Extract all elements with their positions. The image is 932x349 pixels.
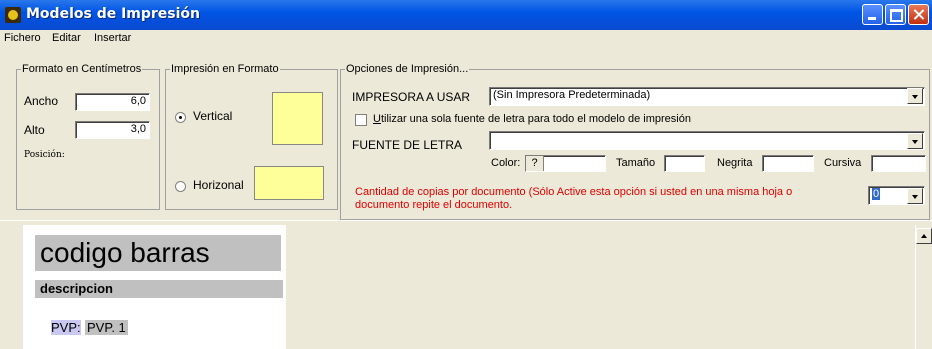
- ancho-input[interactable]: 6,0: [75, 93, 150, 111]
- app-icon: [5, 7, 21, 23]
- vertical-radio[interactable]: [175, 112, 186, 123]
- maximize-button[interactable]: [885, 4, 906, 25]
- ancho-label: Ancho: [24, 94, 59, 108]
- horizontal-label: Horizonal: [193, 178, 244, 192]
- impresora-dropdown-button[interactable]: [907, 88, 923, 104]
- fuente-select[interactable]: [489, 131, 925, 150]
- negrita-field[interactable]: [762, 155, 814, 172]
- fuente-dropdown-button[interactable]: [907, 133, 923, 149]
- color-label: Color:: [491, 157, 521, 169]
- window-title: Modelos de Impresión: [26, 6, 201, 22]
- opciones-legend: Opciones de Impresión...: [346, 63, 469, 75]
- alto-label: Alto: [24, 123, 45, 137]
- copias-value: 0: [872, 188, 881, 200]
- formato-cm-legend: Formato en Centímetros: [22, 63, 142, 75]
- descripcion-field[interactable]: descripcion: [35, 280, 283, 298]
- cursiva-field[interactable]: [871, 155, 926, 172]
- menu-editar[interactable]: Editar: [52, 32, 81, 44]
- impresora-select[interactable]: (Sin Impresora Predeterminada): [489, 87, 925, 106]
- una-fuente-label: Utilizar una sola fuente de letra para t…: [373, 113, 691, 125]
- color-field[interactable]: ?: [525, 155, 606, 172]
- copias-description: Cantidad de copias por documento (Sólo A…: [355, 186, 793, 211]
- horizontal-radio[interactable]: [175, 181, 186, 192]
- cursiva-label: Cursiva: [824, 157, 862, 169]
- vertical-label: Vertical: [193, 109, 233, 123]
- minimize-button[interactable]: [862, 4, 883, 25]
- title-bar: Modelos de Impresión: [0, 0, 932, 30]
- color-picker-button[interactable]: ?: [526, 156, 544, 171]
- fuente-label: FUENTE DE LETRA: [352, 138, 463, 152]
- copias-dropdown-button[interactable]: [907, 188, 923, 204]
- impresora-value: (Sin Impresora Predeterminada): [493, 89, 651, 101]
- vertical-scrollbar[interactable]: [915, 225, 932, 349]
- negrita-label: Negrita: [717, 157, 753, 169]
- label-preview: codigo barras descripcion PVP: PVP. 1: [23, 225, 286, 349]
- menu-insertar[interactable]: Insertar: [94, 32, 131, 44]
- pvp-label[interactable]: PVP:: [51, 320, 81, 335]
- una-fuente-checkbox[interactable]: [355, 114, 367, 126]
- alto-input[interactable]: 3,0: [75, 121, 150, 139]
- horizontal-preview-swatch: [254, 166, 324, 200]
- scroll-up-button[interactable]: [916, 228, 932, 244]
- posicion-label: Posición:: [24, 150, 65, 160]
- formato-impresion-legend: Impresión en Formato: [171, 63, 279, 75]
- design-canvas-background: [286, 225, 915, 349]
- vertical-preview-swatch: [272, 92, 323, 145]
- codigo-barras-field[interactable]: codigo barras: [35, 235, 281, 271]
- tamano-label: Tamaño: [616, 157, 656, 169]
- menu-bar: Fichero Editar Insertar: [0, 30, 932, 46]
- pvp-field[interactable]: PVP. 1: [85, 320, 128, 335]
- close-button[interactable]: [908, 4, 929, 25]
- tamano-field[interactable]: [664, 155, 705, 172]
- impresora-label: IMPRESORA A USAR: [352, 90, 471, 104]
- menu-fichero[interactable]: Fichero: [4, 32, 41, 44]
- divider: [0, 220, 932, 221]
